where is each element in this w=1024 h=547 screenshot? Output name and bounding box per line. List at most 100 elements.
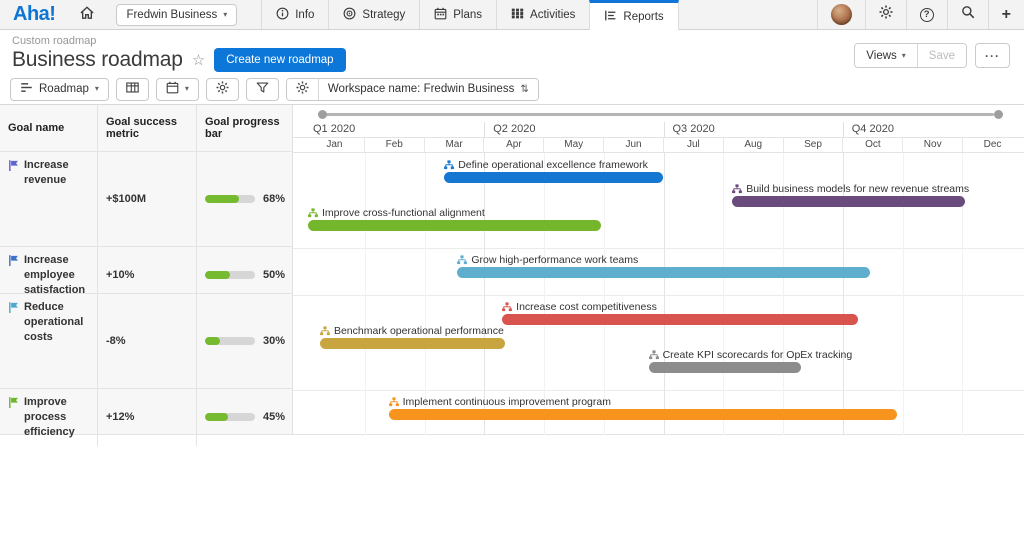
- views-button[interactable]: Views▾: [855, 44, 916, 67]
- initiative-icon: [649, 350, 659, 360]
- goal-name-cell[interactable]: Increase revenue: [0, 152, 98, 246]
- gantt-bar-initiative[interactable]: Create KPI scorecards for OpEx tracking: [649, 348, 801, 373]
- table-columns-button[interactable]: [116, 78, 149, 101]
- flag-icon: [8, 396, 19, 414]
- page-header: Custom roadmap Business roadmap ☆ Create…: [0, 30, 1024, 74]
- progress-bar: [205, 413, 255, 421]
- goal-metric-cell: +$100M: [98, 152, 197, 246]
- gantt-bar-initiative[interactable]: Benchmark operational performance: [320, 324, 505, 349]
- grid-icon: [511, 7, 524, 23]
- quarter-label: Q4 2020: [843, 122, 1022, 137]
- star-icon[interactable]: ☆: [192, 51, 205, 69]
- gantt-bar-label: Grow high-performance work teams: [457, 253, 638, 267]
- tab-info[interactable]: Info: [261, 0, 328, 29]
- flag-icon: [8, 301, 19, 319]
- funnel-icon: [256, 81, 269, 97]
- table-icon: [126, 81, 139, 97]
- flag-icon: [8, 254, 19, 272]
- gantt-bar[interactable]: [502, 314, 858, 325]
- page-title: Business roadmap: [12, 48, 183, 72]
- help-icon: ?: [920, 8, 934, 22]
- chevron-down-icon: ▾: [223, 11, 227, 19]
- gridline: [544, 153, 545, 435]
- gantt-bar[interactable]: [389, 409, 897, 420]
- tab-strategy[interactable]: Strategy: [328, 0, 419, 29]
- home-button[interactable]: [68, 0, 106, 29]
- quarter-label: Q2 2020: [484, 122, 663, 137]
- gantt-bar-initiative[interactable]: Define operational excellence framework: [444, 158, 663, 183]
- workspace-dropdown-label: Fredwin Business: [126, 9, 217, 21]
- workspace-filter-settings[interactable]: [287, 79, 318, 100]
- gantt-bar-initiative[interactable]: Grow high-performance work teams: [457, 253, 869, 278]
- slider-handle-left[interactable]: [318, 110, 327, 119]
- gantt-bar[interactable]: [732, 196, 965, 207]
- chart-settings-button[interactable]: [206, 78, 239, 101]
- month-label: Mar: [424, 138, 484, 152]
- settings-button[interactable]: [865, 0, 906, 29]
- month-label: Aug: [723, 138, 783, 152]
- initiative-icon: [502, 302, 512, 312]
- gantt-bar[interactable]: [308, 220, 601, 231]
- user-menu-button[interactable]: [817, 0, 865, 29]
- more-button[interactable]: ···: [975, 43, 1010, 68]
- gridline: [425, 153, 426, 435]
- report-toolbar: Roadmap ▾ ▾: [0, 74, 1024, 104]
- workspace-dropdown[interactable]: Fredwin Business ▾: [116, 4, 237, 26]
- progress-bar: [205, 271, 255, 279]
- gear-icon: [296, 81, 309, 97]
- plus-icon: +: [1002, 7, 1011, 23]
- table-row[interactable]: Reduce operational costs -8% 30%: [0, 294, 292, 389]
- goal-name-cell[interactable]: Improve process efficiency: [0, 389, 98, 446]
- tab-label: Reports: [623, 11, 663, 23]
- progress-value: 50%: [263, 269, 285, 281]
- search-button[interactable]: [947, 0, 988, 29]
- gantt-bar-label: Create KPI scorecards for OpEx tracking: [649, 348, 853, 362]
- tab-label: Info: [295, 9, 314, 21]
- quarter-header-row: Q1 2020Q2 2020Q3 2020Q4 2020: [293, 122, 1024, 138]
- gantt-bar-initiative[interactable]: Implement continuous improvement program: [389, 395, 897, 420]
- month-label: Jul: [663, 138, 723, 152]
- progress-bar: [205, 195, 255, 203]
- table-row[interactable]: Increase revenue +$100M 68%: [0, 152, 292, 247]
- gantt-bar[interactable]: [649, 362, 801, 373]
- initiative-icon: [732, 184, 742, 194]
- month-label: Oct: [842, 138, 902, 152]
- add-button[interactable]: +: [988, 0, 1024, 29]
- gantt-bar[interactable]: [444, 172, 663, 183]
- roadmap-type-dropdown[interactable]: Roadmap ▾: [10, 78, 109, 101]
- tab-reports[interactable]: Reports: [589, 0, 678, 30]
- create-roadmap-button[interactable]: Create new roadmap: [214, 48, 345, 72]
- tab-plans[interactable]: Plans: [419, 0, 496, 29]
- slider-track[interactable]: [322, 113, 994, 116]
- gantt-bar-initiative[interactable]: Increase cost competitiveness: [502, 300, 858, 325]
- table-row[interactable]: Improve process efficiency +12% 45%: [0, 389, 292, 435]
- gantt-bar-initiative[interactable]: Improve cross-functional alignment: [308, 206, 601, 231]
- goal-progress-cell: 30%: [197, 294, 293, 388]
- column-header-goal-name: Goal name: [0, 105, 98, 151]
- date-range-button[interactable]: ▾: [156, 78, 199, 101]
- gridline: [604, 153, 605, 435]
- strategy-icon: [343, 7, 356, 23]
- month-label: Sep: [783, 138, 843, 152]
- chevron-down-icon: ▾: [95, 85, 99, 93]
- help-button[interactable]: ?: [906, 0, 947, 29]
- slider-handle-right[interactable]: [994, 110, 1003, 119]
- goal-name-cell[interactable]: Reduce operational costs: [0, 294, 98, 388]
- nav-tabs: Info Strategy Plans Activities: [261, 0, 678, 29]
- save-button[interactable]: Save: [917, 44, 966, 67]
- gantt-bar[interactable]: [457, 267, 869, 278]
- gridline: [723, 153, 724, 435]
- gantt-bar-initiative[interactable]: Build business models for new revenue st…: [732, 182, 965, 207]
- gantt-bar-label: Build business models for new revenue st…: [732, 182, 969, 196]
- tab-label: Strategy: [362, 9, 405, 21]
- table-row[interactable]: Increase employee satisfaction +10% 50%: [0, 247, 292, 294]
- gantt-bar[interactable]: [320, 338, 505, 349]
- tab-activities[interactable]: Activities: [496, 0, 589, 29]
- navbar-right: ? +: [817, 0, 1024, 29]
- goals-table: Goal name Goal success metric Goal progr…: [0, 105, 293, 434]
- initiative-icon: [320, 326, 330, 336]
- initiative-icon: [457, 255, 467, 265]
- filter-button[interactable]: [246, 78, 279, 101]
- aha-logo: Aha!: [0, 0, 68, 29]
- workspace-filter-selector[interactable]: Workspace name: Fredwin Business ⇅: [318, 79, 538, 100]
